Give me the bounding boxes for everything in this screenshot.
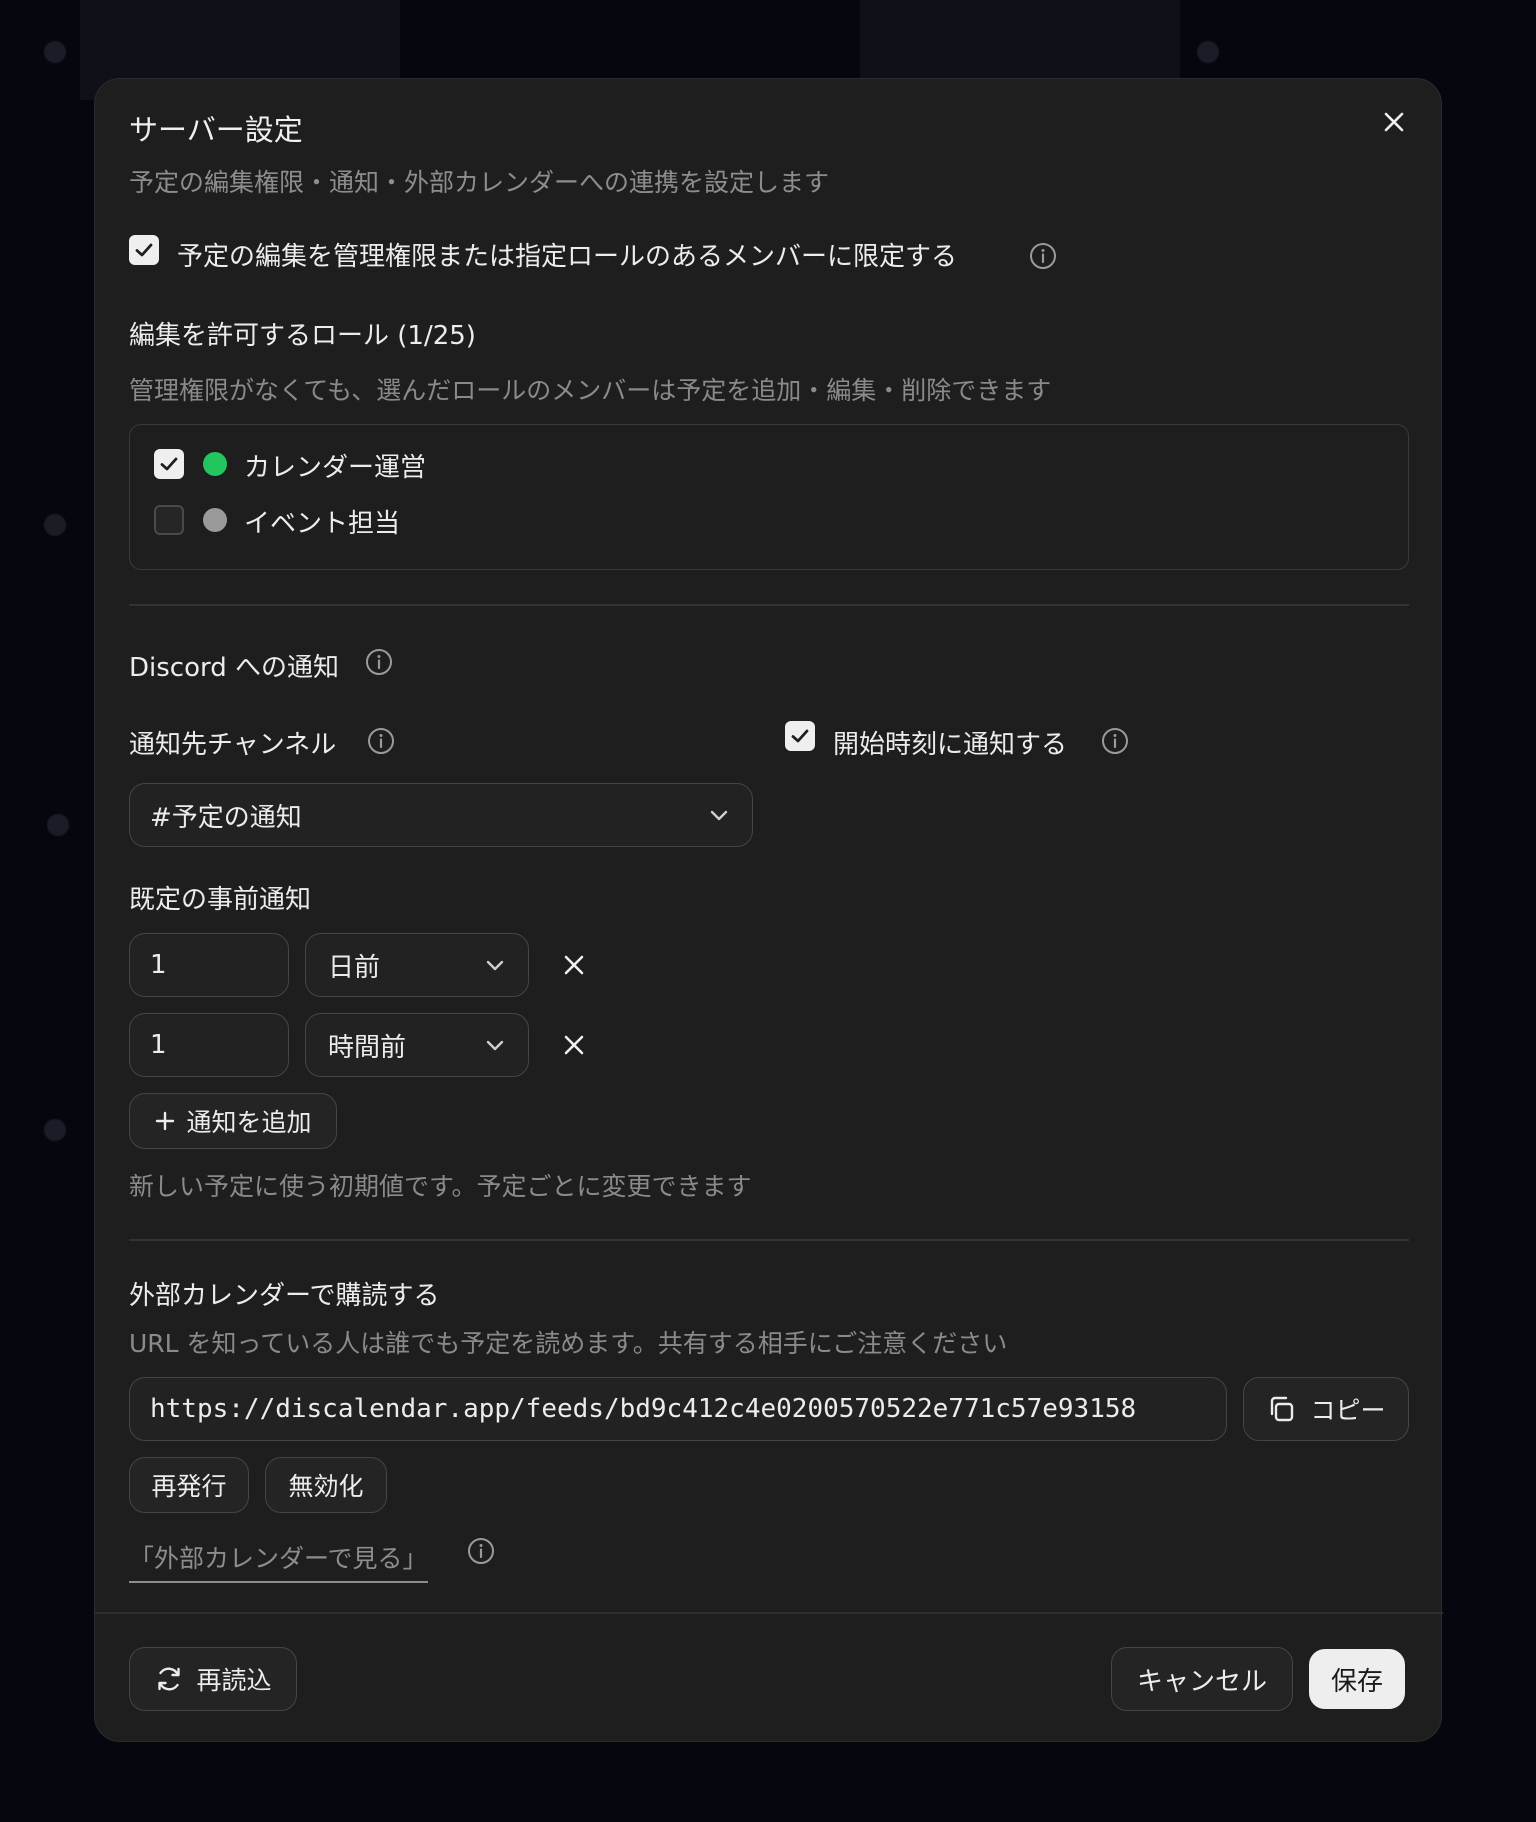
cancel-label: キャンセル (1136, 1666, 1267, 1697)
channel-select[interactable]: #予定の通知 (129, 783, 753, 847)
copy-url-label: コピー (1310, 1396, 1386, 1425)
reminder-amount-input[interactable]: 1 (129, 933, 289, 997)
restrict-edit-checkbox[interactable] (129, 235, 159, 265)
close-button[interactable] (1379, 107, 1409, 137)
add-reminder-button[interactable]: 通知を追加 (129, 1093, 337, 1149)
discord-info-button[interactable] (365, 648, 393, 676)
reload-label: 再読込 (196, 1666, 272, 1695)
server-settings-dialog: サーバー設定 予定の編集権限・通知・外部カレンダーへの連携を設定します 予定の編… (94, 78, 1443, 1742)
role-checkbox[interactable] (154, 505, 184, 535)
role-name: カレンダー運営 (244, 453, 427, 483)
section-divider (129, 1239, 1409, 1241)
reminder-amount-value: 1 (150, 1030, 167, 1060)
reminder-unit-select[interactable]: 時間前 (305, 1013, 529, 1077)
external-help-text: URL を知っている人は誰でも予定を読めます。共有する相手にご注意ください (129, 1329, 1008, 1358)
save-button[interactable]: 保存 (1309, 1649, 1405, 1709)
check-icon (160, 457, 178, 471)
info-icon (366, 649, 392, 675)
restrict-info-button[interactable] (1029, 242, 1057, 270)
remove-reminder-button[interactable] (559, 1030, 589, 1060)
info-icon (368, 728, 394, 754)
role-checkbox[interactable] (154, 449, 184, 479)
discord-heading: Discord への通知 (129, 653, 339, 683)
start-notify-label: 開始時刻に通知する (833, 730, 1068, 760)
chevron-down-icon (486, 1040, 504, 1051)
add-reminder-label: 通知を追加 (186, 1108, 312, 1137)
role-color-dot (203, 452, 227, 476)
close-icon (1384, 112, 1404, 132)
reminders-label: 既定の事前通知 (129, 885, 312, 915)
view-link-info-button[interactable] (467, 1537, 495, 1565)
role-color-dot (203, 508, 227, 532)
feed-url-value: https://discalendar.app/feeds/bd9c412c4e… (150, 1394, 1137, 1424)
reissue-label: 再発行 (151, 1472, 227, 1501)
chevron-down-icon (486, 960, 504, 971)
reminder-unit-select[interactable]: 日前 (305, 933, 529, 997)
cancel-button[interactable]: キャンセル (1111, 1647, 1293, 1711)
channel-info-button[interactable] (367, 727, 395, 755)
view-in-external-link[interactable]: 「外部カレンダーで見る」 (129, 1539, 428, 1583)
dialog-title: サーバー設定 (129, 113, 303, 147)
disable-label: 無効化 (288, 1472, 364, 1501)
copy-url-button[interactable]: コピー (1243, 1377, 1409, 1441)
feed-url-field[interactable]: https://discalendar.app/feeds/bd9c412c4e… (129, 1377, 1227, 1441)
start-notify-checkbox[interactable] (785, 721, 815, 751)
check-icon (135, 243, 153, 257)
remove-reminder-button[interactable] (559, 950, 589, 980)
section-divider (129, 604, 1409, 606)
roles-list: カレンダー運営 イベント担当 (129, 424, 1409, 570)
roles-help-text: 管理権限がなくても、選んだロールのメンバーは予定を追加・編集・削除できます (129, 376, 1052, 405)
reminder-amount-value: 1 (150, 950, 167, 980)
reminder-unit-value: 時間前 (328, 1032, 407, 1063)
start-notify-info-button[interactable] (1101, 727, 1129, 755)
refresh-icon (158, 1667, 181, 1691)
chevron-down-icon (710, 810, 728, 821)
roles-heading: 編集を許可するロール (1/25) (129, 321, 476, 351)
dialog-description: 予定の編集権限・通知・外部カレンダーへの連携を設定します (129, 168, 830, 197)
restrict-edit-label: 予定の編集を管理権限または指定ロールのあるメンバーに限定する (177, 242, 958, 272)
x-icon (564, 1035, 584, 1055)
x-icon (564, 955, 584, 975)
check-icon (791, 729, 809, 743)
reminder-amount-input[interactable]: 1 (129, 1013, 289, 1077)
channel-label: 通知先チャンネル (129, 730, 337, 760)
info-icon (1030, 243, 1056, 269)
channel-select-value: #予定の通知 (150, 802, 302, 833)
save-label: 保存 (1330, 1666, 1383, 1697)
role-name: イベント担当 (244, 509, 401, 539)
reissue-button[interactable]: 再発行 (129, 1457, 249, 1513)
disable-button[interactable]: 無効化 (265, 1457, 387, 1513)
plus-icon (156, 1111, 175, 1131)
reload-button[interactable]: 再読込 (129, 1647, 297, 1711)
reminders-help-text: 新しい予定に使う初期値です。予定ごとに変更できます (129, 1172, 752, 1201)
external-heading: 外部カレンダーで購読する (129, 1281, 440, 1311)
footer-divider (95, 1612, 1443, 1614)
info-icon (468, 1538, 494, 1564)
copy-icon (1271, 1396, 1294, 1422)
reminder-unit-value: 日前 (328, 952, 381, 983)
info-icon (1102, 728, 1128, 754)
